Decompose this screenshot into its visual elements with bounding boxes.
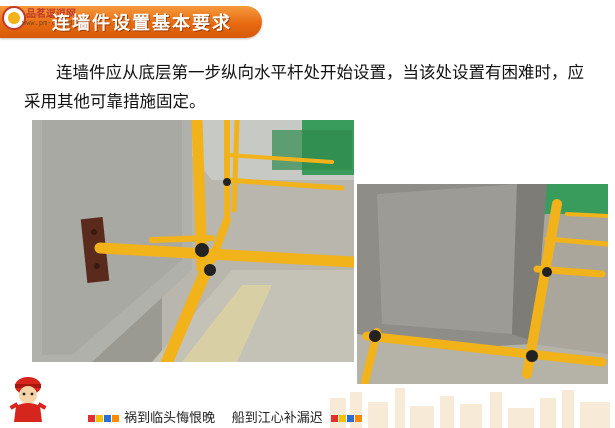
safety-mascot-icon bbox=[9, 377, 47, 422]
square-icon bbox=[96, 415, 103, 422]
square-icon bbox=[104, 415, 111, 422]
square-icon bbox=[354, 415, 362, 422]
square-icon bbox=[112, 415, 119, 422]
page-title: 连墙件设置基本要求 bbox=[52, 13, 232, 34]
square-icon bbox=[330, 415, 338, 422]
body-paragraph: 连墙件应从底层第一步纵向水平杆处开始设置，当该处设置有困难时，应采用其他可靠措施… bbox=[24, 63, 584, 111]
square-icon bbox=[88, 415, 95, 422]
slogan-left: 祸到临头悔恨晚 bbox=[124, 411, 216, 426]
square-icon bbox=[346, 415, 354, 422]
scaffold-wall-photo-1 bbox=[32, 120, 354, 362]
slogan-right: 船到江心补漏迟 bbox=[231, 411, 323, 426]
footer-slogan: 祸到临头悔恨晚 船到江心补漏迟 bbox=[88, 407, 363, 426]
scaffold-column-photo-2 bbox=[357, 184, 608, 384]
square-icon bbox=[338, 415, 346, 422]
